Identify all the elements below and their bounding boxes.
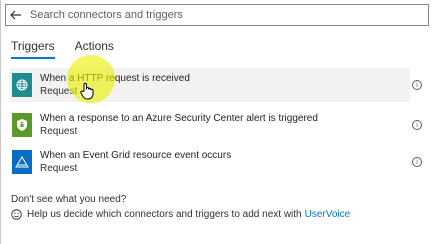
- search-bar[interactable]: Search connectors and triggers: [5, 4, 429, 26]
- trigger-subtitle: Request: [40, 86, 78, 97]
- back-arrow-icon[interactable]: [6, 5, 26, 25]
- trigger-item-security-center[interactable]: When a response to an Azure Security Cen…: [9, 108, 410, 142]
- trigger-item-event-grid[interactable]: When an Event Grid resource event occurs…: [9, 145, 410, 179]
- globe-icon: [12, 73, 32, 97]
- uservoice-link[interactable]: UserVoice: [305, 209, 351, 220]
- event-grid-icon: [12, 150, 32, 174]
- hand-cursor-icon: [80, 82, 94, 100]
- trigger-title: When an Event Grid resource event occurs: [40, 150, 232, 161]
- shield-icon: [12, 113, 32, 137]
- help-row: Help us decide which connectors and trig…: [11, 209, 350, 220]
- help-text: Help us decide which connectors and trig…: [27, 209, 302, 220]
- info-icon[interactable]: i: [412, 157, 422, 167]
- smiley-icon: [11, 209, 22, 220]
- search-input[interactable]: Search connectors and triggers: [26, 9, 183, 21]
- trigger-subtitle: Request: [40, 163, 78, 174]
- help-question: Don't see what you need?: [11, 194, 127, 205]
- trigger-title: When a response to an Azure Security Cen…: [40, 113, 318, 124]
- tab-bar: Triggers Actions: [11, 36, 134, 59]
- trigger-picker-panel: Search connectors and triggers Triggers …: [0, 0, 435, 244]
- info-icon[interactable]: i: [412, 80, 422, 90]
- trigger-subtitle: Request: [40, 126, 78, 137]
- tab-triggers[interactable]: Triggers: [11, 36, 55, 59]
- info-icon[interactable]: i: [412, 120, 422, 130]
